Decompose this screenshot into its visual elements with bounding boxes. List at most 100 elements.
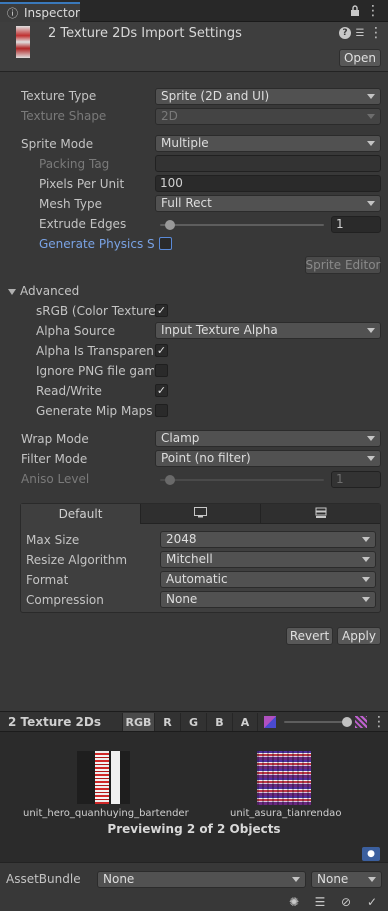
chevron-down-icon [367, 94, 375, 99]
tab-inspector[interactable]: ⓘ Inspector [0, 2, 80, 22]
chevron-down-icon [367, 141, 375, 146]
channel-a-button[interactable]: A [232, 713, 258, 731]
revert-button[interactable]: Revert [286, 627, 333, 645]
presets-icon[interactable]: ☰ [353, 26, 367, 40]
monitor-icon [194, 507, 207, 521]
chevron-down-icon [367, 114, 375, 119]
texture-type-value: Sprite (2D and UI) [161, 89, 270, 103]
check-circle-icon[interactable]: ✓ [365, 895, 379, 909]
aniso-level-label: Aniso Level [21, 472, 90, 486]
header-menu-icon[interactable]: ⋮ [369, 25, 383, 41]
tab-bar: ⓘ Inspector ⋮ [0, 0, 388, 22]
chevron-down-icon [367, 328, 375, 333]
resize-algorithm-label: Resize Algorithm [26, 553, 128, 567]
mesh-type-dropdown[interactable]: Full Rect [155, 195, 381, 212]
mip-slider-thumb[interactable] [341, 717, 352, 727]
texture-type-dropdown[interactable]: Sprite (2D and UI) [155, 88, 381, 105]
packing-tag-field [155, 155, 381, 172]
extrude-slider-track[interactable] [160, 224, 324, 226]
preview-area: unit_hero_quanhuying_bartender unit_asur… [0, 732, 388, 862]
channel-g-button[interactable]: G [180, 713, 206, 731]
channel-r-button[interactable]: R [154, 713, 180, 731]
srgb-checkbox[interactable]: ✓ [155, 304, 168, 317]
assetbundle-variant-value: None [317, 872, 349, 886]
compression-dropdown[interactable]: None [160, 591, 376, 608]
texture-thumbnail [16, 26, 30, 58]
mip-slider-track[interactable] [284, 721, 350, 723]
channel-rgb-button[interactable]: RGB [122, 713, 154, 731]
ignore-png-gamma-checkbox[interactable] [155, 364, 168, 377]
apply-button[interactable]: Apply [337, 627, 381, 645]
help-icon[interactable]: ? [339, 27, 351, 39]
read-write-checkbox[interactable]: ✓ [155, 384, 168, 397]
preview-title: 2 Texture 2Ds [8, 715, 101, 729]
chevron-down-icon [367, 436, 375, 441]
chevron-down-icon [362, 597, 370, 602]
resize-algorithm-value: Mitchell [166, 552, 213, 566]
channel-b-button[interactable]: B [206, 713, 232, 731]
assetbundle-label: AssetBundle [6, 872, 81, 886]
build-target-icon [315, 507, 327, 522]
texture-shape-label: Texture Shape [21, 109, 107, 123]
advanced-foldout[interactable]: Advanced [8, 284, 79, 298]
preview-name-1: unit_hero_quanhuying_bartender [23, 808, 189, 819]
sprite-mode-dropdown[interactable]: Multiple [155, 135, 381, 152]
chevron-down-icon [367, 201, 375, 206]
assetbundle-bar: ● AssetBundle None None ✺ ☰ ⊘ ✓ [0, 847, 388, 911]
max-size-value: 2048 [166, 532, 197, 546]
max-size-dropdown[interactable]: 2048 [160, 531, 376, 548]
bug-icon[interactable]: ✺ [287, 895, 301, 909]
assetbundle-variant-dropdown[interactable]: None [311, 871, 382, 888]
lock-icon[interactable] [348, 3, 362, 19]
tab-standalone[interactable] [141, 504, 261, 524]
wrap-mode-dropdown[interactable]: Clamp [155, 430, 381, 447]
chevron-down-icon [292, 877, 300, 882]
texture-shape-value: 2D [161, 109, 178, 123]
pixels-per-unit-field[interactable]: 100 [155, 175, 381, 192]
extrude-edges-field[interactable]: 1 [331, 216, 381, 233]
chevron-down-icon [362, 577, 370, 582]
extrude-slider-thumb[interactable] [165, 220, 176, 230]
foldout-arrow-icon [8, 289, 16, 295]
filter-mode-dropdown[interactable]: Point (no filter) [155, 450, 381, 467]
tab-title: Inspector [24, 6, 80, 20]
alpha-source-label: Alpha Source [36, 324, 116, 338]
compression-label: Compression [26, 593, 104, 607]
ignore-png-gamma-label: Ignore PNG file gamn [36, 364, 154, 378]
menu-icon[interactable]: ⋮ [366, 3, 380, 19]
mip-small-icon [264, 716, 276, 728]
alpha-transparency-checkbox[interactable]: ✓ [155, 344, 168, 357]
open-button[interactable]: Open [339, 49, 381, 67]
mip-large-icon [355, 716, 367, 728]
generate-mipmaps-checkbox[interactable] [155, 404, 168, 417]
platform-tabs: Default [21, 504, 380, 524]
format-value: Automatic [166, 572, 228, 586]
format-dropdown[interactable]: Automatic [160, 571, 376, 588]
header-title: 2 Texture 2Ds Import Settings [48, 26, 242, 41]
advanced-header: Advanced [20, 284, 80, 298]
preview-menu-icon[interactable]: ⋮ [372, 714, 386, 730]
pixels-per-unit-label: Pixels Per Unit [39, 177, 125, 191]
tab-default[interactable]: Default [21, 504, 141, 524]
filter-mode-label: Filter Mode [21, 452, 88, 466]
resize-algorithm-dropdown[interactable]: Mitchell [160, 551, 376, 568]
wrap-mode-value: Clamp [161, 431, 200, 445]
chevron-down-icon [368, 877, 376, 882]
sprite-mode-value: Multiple [161, 136, 209, 150]
label-tag-icon[interactable]: ● [362, 847, 380, 861]
generate-physics-checkbox[interactable] [159, 237, 172, 250]
layers-icon[interactable]: ☰ [313, 895, 327, 909]
format-label: Format [26, 573, 69, 587]
tab-build-target[interactable] [261, 504, 380, 524]
preview-status: Previewing 2 of 2 Objects [107, 822, 281, 836]
texture-shape-dropdown: 2D [155, 108, 381, 125]
srgb-label: sRGB (Color Texture) [36, 304, 156, 318]
chevron-down-icon [362, 557, 370, 562]
generate-mipmaps-label: Generate Mip Maps [36, 404, 153, 418]
alpha-source-dropdown[interactable]: Input Texture Alpha [155, 322, 381, 339]
assetbundle-name-dropdown[interactable]: None [97, 871, 306, 888]
read-write-label: Read/Write [36, 384, 102, 398]
aniso-slider-thumb [165, 475, 176, 485]
debug-off-icon[interactable]: ⊘ [339, 895, 353, 909]
wrap-mode-label: Wrap Mode [21, 432, 89, 446]
